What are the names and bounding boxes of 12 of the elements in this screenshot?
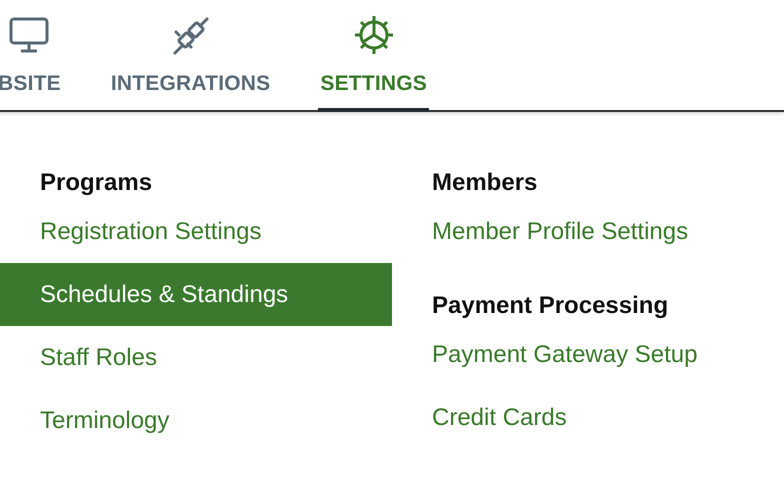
menu-link[interactable]: Member Profile Settings [432,200,698,263]
section-heading: Payment Processing [432,291,670,321]
menu-link[interactable]: Credit Cards [432,386,698,449]
nav-tab[interactable]: SETTINGS [318,13,429,112]
menu-link[interactable]: Payment Gateway Setup [432,323,698,386]
nav-tab[interactable]: INTEGRATIONS [108,13,272,112]
menu-link[interactable]: Registration Settings [0,200,392,263]
section-heading: Members [432,168,538,198]
menu-link[interactable]: Terminology [0,389,392,452]
section-heading: Programs [39,168,154,198]
menu-link[interactable]: Schedules & Standings [0,263,392,326]
menu-link[interactable]: Staff Roles [0,326,392,389]
